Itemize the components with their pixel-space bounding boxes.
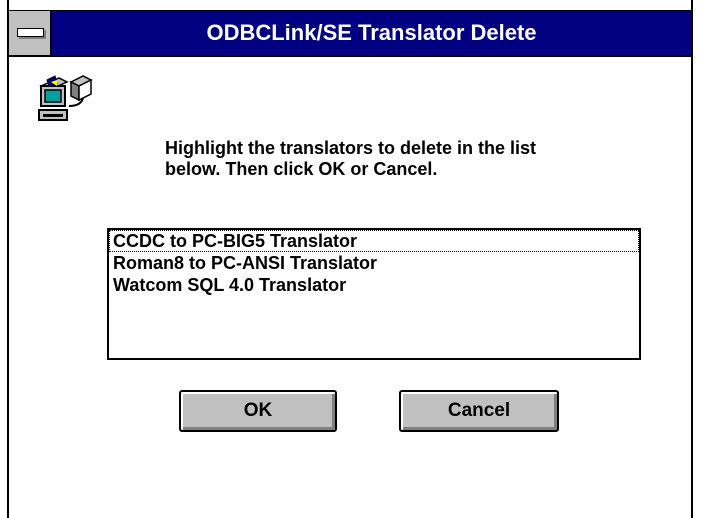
translator-list-item[interactable]: CCDC to PC-BIG5 Translator xyxy=(109,230,639,252)
system-menu-icon xyxy=(17,28,44,37)
ok-button[interactable]: OK xyxy=(179,390,337,432)
window-frame-top[interactable] xyxy=(9,0,691,11)
cancel-button[interactable]: Cancel xyxy=(399,390,559,432)
translator-listbox[interactable]: CCDC to PC-BIG5 Translator Roman8 to PC-… xyxy=(107,228,641,360)
instruction-text: Highlight the translators to delete in t… xyxy=(165,138,537,179)
title-bar[interactable]: ODBCLink/SE Translator Delete xyxy=(9,11,691,57)
networked-computer-icon xyxy=(38,75,93,121)
system-menu-button[interactable] xyxy=(9,11,52,55)
dialog-window: ODBCLink/SE Translator Delete Highlight … xyxy=(7,0,693,518)
translator-list-item[interactable]: Watcom SQL 4.0 Translator xyxy=(109,274,639,296)
window-title: ODBCLink/SE Translator Delete xyxy=(206,20,537,45)
translator-list-item[interactable]: Roman8 to PC-ANSI Translator xyxy=(109,252,639,274)
